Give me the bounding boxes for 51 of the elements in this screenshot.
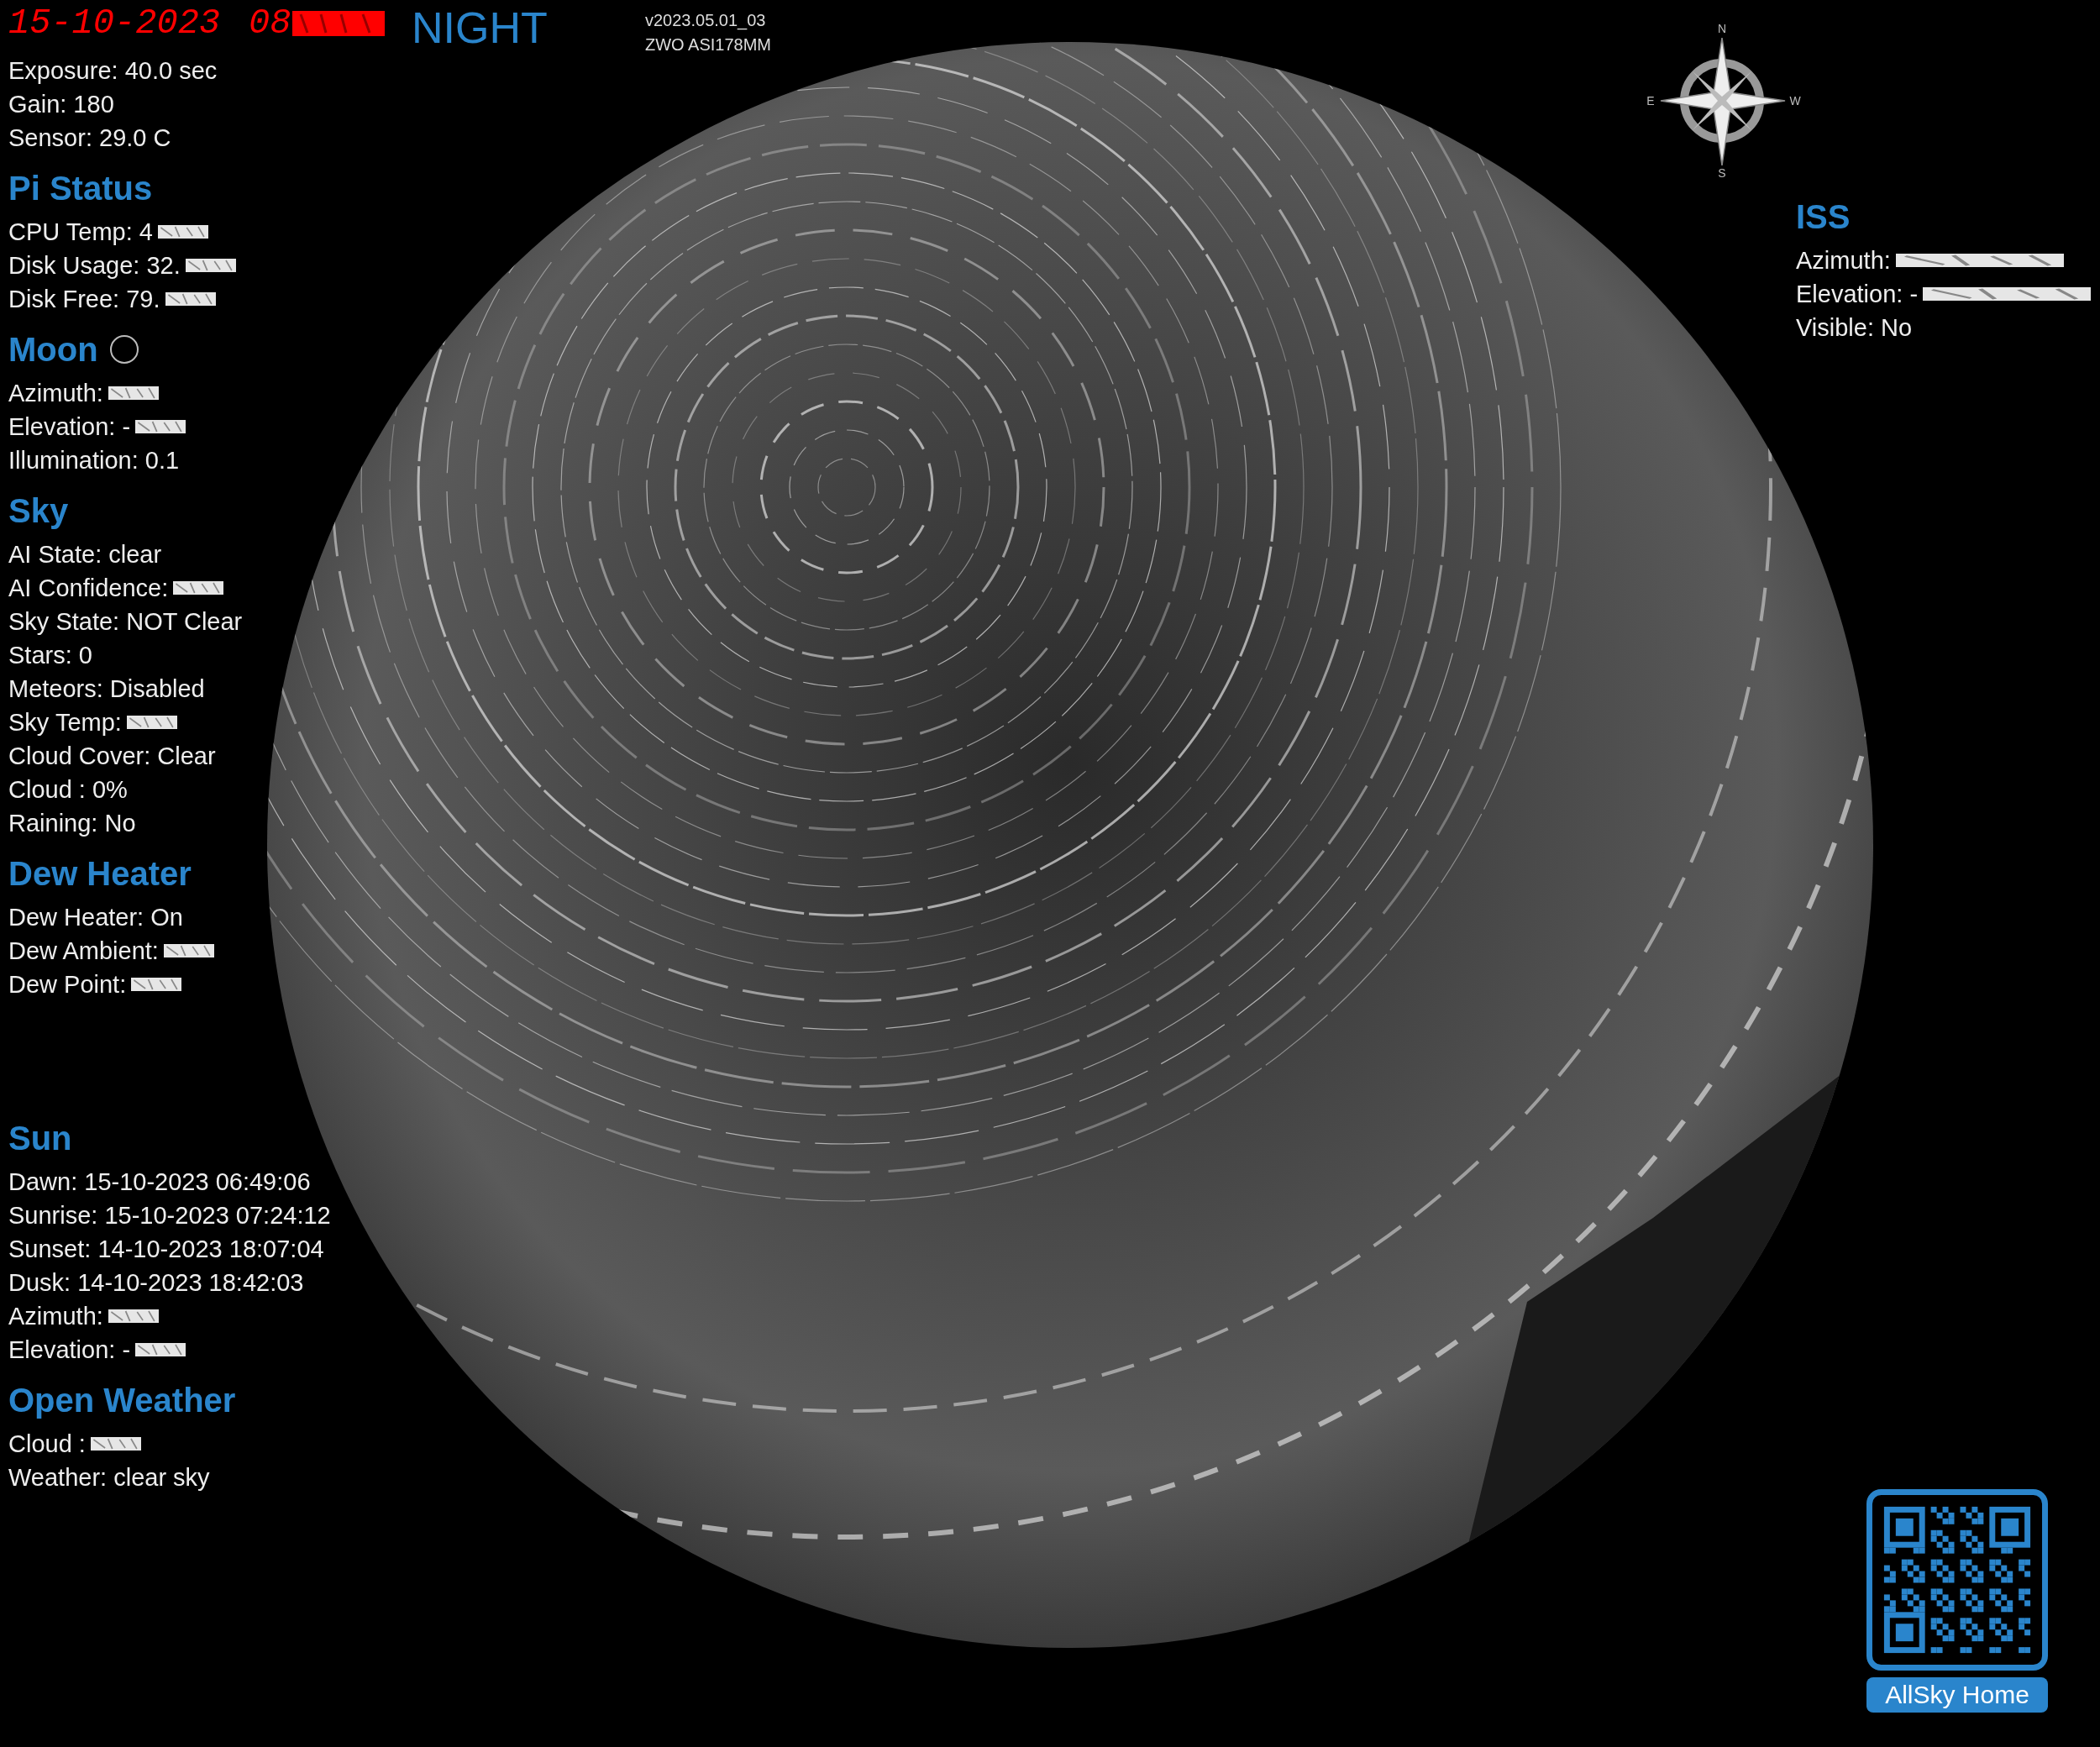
version-text: v2023.05.01_03	[645, 10, 767, 32]
info-text: Exposure: 40.0 sec	[8, 56, 218, 86]
compass-west-label: W	[1789, 94, 1801, 108]
info-text: Dusk: 14-10-2023 18:42:03	[8, 1268, 304, 1298]
info-text: Sunset: 14-10-2023 18:07:04	[8, 1235, 324, 1264]
info-text: Visible: No	[1796, 313, 1913, 343]
info-text: Dew Ambient:	[8, 936, 159, 966]
info-text: Azimuth:	[8, 379, 103, 408]
info-text: Dawn: 15-10-2023 06:49:06	[8, 1167, 311, 1197]
info-text: Sky Temp:	[8, 708, 122, 737]
info-text: Disk Usage: 32.	[8, 251, 181, 281]
mode-label: NIGHT	[412, 3, 548, 54]
section-title: Pi Status	[8, 169, 153, 208]
info-text: Stars: 0	[8, 641, 92, 670]
info-text: Dew Point:	[8, 970, 127, 999]
info-text: Azimuth:	[8, 1302, 103, 1331]
info-text: Elevation: -	[1796, 280, 1919, 309]
info-text: Elevation: -	[8, 412, 131, 442]
info-text: Raining: No	[8, 809, 136, 838]
info-text: Sunrise: 15-10-2023 07:24:12	[8, 1201, 331, 1230]
section-title: Open Weather	[8, 1381, 236, 1420]
moon-phase-icon	[109, 335, 139, 364]
camera-model-text: ZWO ASI178MM	[645, 34, 772, 55]
date-display: 15-10-2023	[8, 3, 221, 44]
info-text: AI Confidence:	[8, 574, 169, 603]
info-text: Azimuth:	[1796, 246, 1891, 275]
info-text: Dew Heater: On	[8, 903, 183, 932]
info-text: CPU Temp: 4	[8, 218, 153, 247]
info-text: Illumination: 0.1	[8, 446, 180, 475]
home-link-button[interactable]: AllSky Home	[1866, 1677, 2048, 1713]
section-title: Sky	[8, 491, 69, 531]
info-text: Cloud :	[8, 1430, 86, 1459]
info-text: Elevation: -	[8, 1335, 131, 1365]
compass-north-label: N	[1717, 22, 1727, 35]
section-title: Moon	[8, 330, 98, 370]
info-text: Gain: 180	[8, 90, 114, 119]
info-text: Sky State: NOT Clear	[8, 607, 243, 637]
info-text: Cloud : 0%	[8, 775, 128, 805]
compass-south-label: S	[1718, 166, 1726, 180]
info-text: Weather: clear sky	[8, 1463, 210, 1493]
qr-code-icon	[1866, 1489, 2048, 1671]
info-text: Cloud Cover: Clear	[8, 742, 216, 771]
info-text: Sensor: 29.0 C	[8, 123, 171, 153]
compass-east-label: E	[1646, 94, 1655, 108]
info-text: Meteors: Disabled	[8, 674, 205, 704]
section-title: Sun	[8, 1119, 72, 1158]
info-text: Disk Free: 79.	[8, 285, 160, 314]
section-title: Dew Heater	[8, 854, 192, 894]
time-display: 08	[249, 3, 291, 44]
info-text: AI State: clear	[8, 540, 162, 569]
section-title: ISS	[1796, 197, 1851, 237]
